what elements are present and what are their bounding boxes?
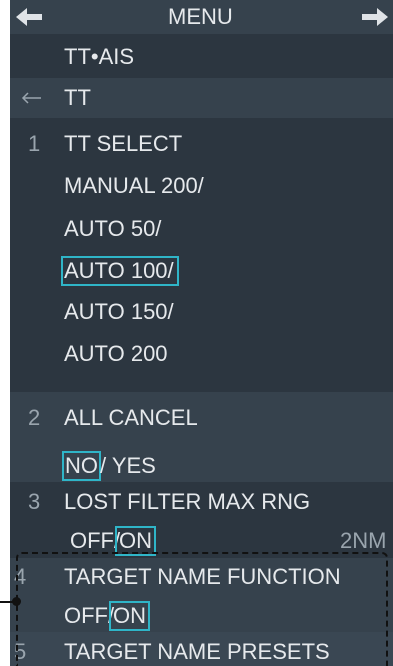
all-cancel-options-row: NO / YES bbox=[10, 442, 393, 482]
option-yes[interactable]: / YES bbox=[100, 455, 156, 477]
item-all-cancel: 2 ALL CANCEL bbox=[10, 392, 393, 442]
option-on-selected[interactable]: ON bbox=[115, 526, 156, 556]
option-off[interactable]: OFF/ bbox=[70, 530, 120, 552]
option-auto-100-selected[interactable]: AUTO 100/ bbox=[61, 256, 179, 286]
option-auto-50[interactable]: AUTO 50/ bbox=[64, 218, 161, 240]
back-arrow-icon[interactable] bbox=[20, 90, 42, 106]
range-value: 2NM bbox=[340, 528, 387, 553]
item-label[interactable]: ALL CANCEL bbox=[64, 407, 198, 429]
section-label: TT bbox=[64, 85, 91, 110]
item-lost-filter-max-rng: 3 LOST FILTER MAX RNG bbox=[10, 482, 393, 522]
item-number: 2 bbox=[28, 405, 41, 430]
submenu-title-row: TT•AIS bbox=[10, 34, 393, 78]
submenu-title: TT•AIS bbox=[64, 44, 135, 69]
option-no-selected[interactable]: NO bbox=[62, 451, 101, 481]
item-label[interactable]: TT SELECT bbox=[64, 133, 182, 155]
option-auto-200[interactable]: AUTO 200 bbox=[64, 343, 168, 365]
option-auto-150[interactable]: AUTO 150/ bbox=[64, 301, 174, 323]
arrow-left-icon[interactable] bbox=[14, 5, 44, 29]
item-tt-select: 1 TT SELECT MANUAL 200/ AUTO 50/ AUTO 10… bbox=[10, 118, 393, 392]
item-number: 3 bbox=[28, 489, 41, 514]
arrow-right-icon[interactable] bbox=[360, 5, 390, 29]
item-label[interactable]: LOST FILTER MAX RNG bbox=[64, 491, 310, 513]
section-tt-row[interactable]: TT bbox=[10, 78, 393, 118]
callout-dot bbox=[12, 597, 21, 606]
option-manual-200[interactable]: MANUAL 200/ bbox=[64, 175, 204, 197]
callout-dashed-box bbox=[16, 552, 388, 666]
item-number: 1 bbox=[28, 131, 41, 156]
menu-header: MENU bbox=[10, 0, 393, 34]
menu-title: MENU bbox=[168, 4, 233, 29]
